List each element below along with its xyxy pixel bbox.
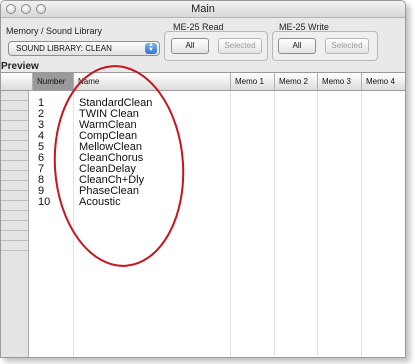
row-selector[interactable] [1,191,28,201]
row-name: Acoustic [79,196,121,208]
write-all-button[interactable]: All [278,38,316,54]
sound-library-select[interactable]: SOUND LIBRARY: CLEAN ▲ ▼ [8,41,160,56]
row-selector[interactable] [1,151,28,161]
read-selected-button[interactable]: Selected [218,38,262,54]
column-divider [73,91,74,357]
preview-label: Preview [1,61,39,72]
main-window: Main Memory / Sound Library SOUND LIBRAR… [0,0,406,358]
table-header: Number Name Memo 1 Memo 2 Memo 3 Memo 4 [1,73,405,91]
row-selector[interactable] [1,131,28,141]
row-selector[interactable] [1,141,28,151]
row-header-corner [1,73,32,90]
patch-table[interactable]: Number Name Memo 1 Memo 2 Memo 3 Memo 4 [1,72,405,357]
row-selector[interactable] [1,171,28,181]
read-panel: All Selected [164,31,268,61]
column-header-number[interactable]: Number [32,73,73,90]
row-selector[interactable] [1,181,28,191]
write-selected-button[interactable]: Selected [325,38,369,54]
column-header-memo3[interactable]: Memo 3 [317,73,361,90]
row-selector-column [1,91,29,357]
column-divider [361,91,362,357]
row-selector[interactable] [1,241,28,251]
chevron-updown-icon: ▲ ▼ [145,42,157,54]
row-selector[interactable] [1,91,28,101]
row-selector[interactable] [1,101,28,111]
column-header-memo4[interactable]: Memo 4 [361,73,405,90]
window-title: Main [191,3,215,15]
row-selector[interactable] [1,121,28,131]
row-selector[interactable] [1,161,28,171]
column-header-memo1[interactable]: Memo 1 [230,73,274,90]
memory-label: Memory / Sound Library [6,26,103,36]
column-divider [230,91,231,357]
column-divider [274,91,275,357]
row-number: 10 [38,196,51,208]
title-bar: Main [1,1,405,18]
row-selector[interactable] [1,111,28,121]
column-header-memo2[interactable]: Memo 2 [274,73,317,90]
row-selector[interactable] [1,231,28,241]
row-selector[interactable] [1,211,28,221]
row-selector[interactable] [1,201,28,211]
column-divider [317,91,318,357]
write-panel: All Selected [272,31,378,61]
sound-library-value: SOUND LIBRARY: CLEAN [16,44,112,53]
column-header-name[interactable]: Name [73,73,230,90]
row-selector[interactable] [1,221,28,231]
read-all-button[interactable]: All [171,38,209,54]
